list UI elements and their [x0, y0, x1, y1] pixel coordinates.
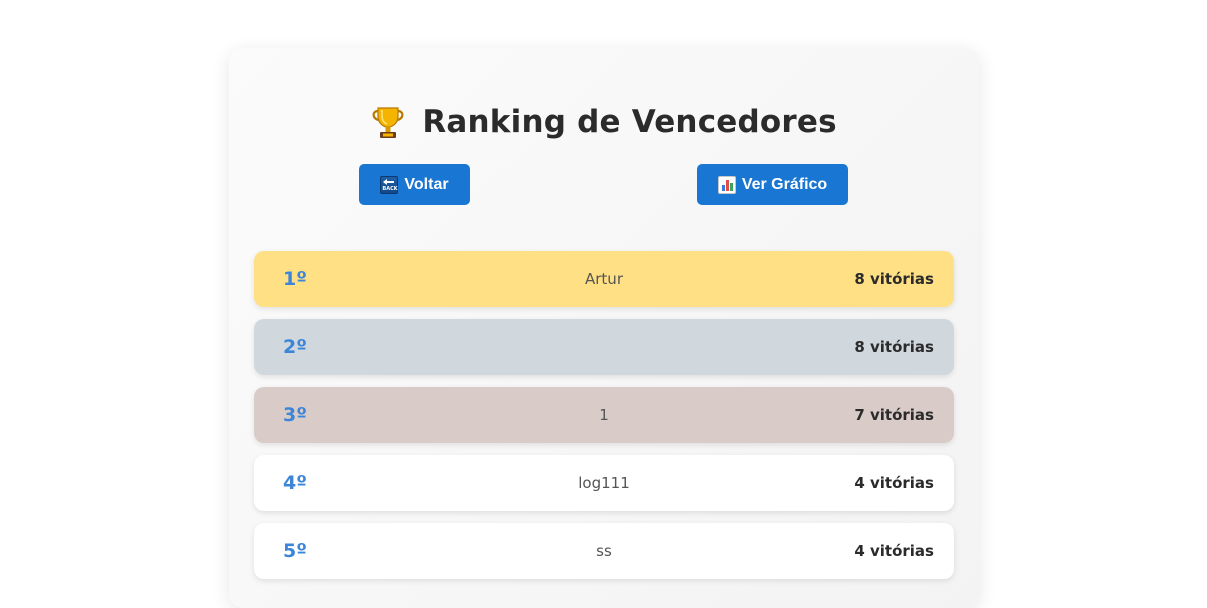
player-name: ss — [596, 542, 612, 560]
player-name: 1 — [599, 406, 609, 424]
ranking-row: 1º Artur 8 vitórias — [254, 251, 954, 307]
ranking-card: Ranking de Vencedores BACK Voltar Ver Gr… — [229, 48, 979, 608]
win-count: 8 vitórias — [854, 270, 934, 288]
ranking-row: 4º log111 4 vitórias — [254, 455, 954, 511]
trophy-icon — [371, 104, 405, 140]
rank-position: 2º — [283, 336, 307, 358]
page-header: Ranking de Vencedores — [229, 104, 979, 148]
page-title: Ranking de Vencedores — [422, 104, 837, 140]
back-icon: BACK — [380, 175, 399, 194]
bar-chart-icon — [717, 175, 736, 194]
ranking-row: 3º 1 7 vitórias — [254, 387, 954, 443]
ranking-row: 5º ss 4 vitórias — [254, 523, 954, 579]
player-name: log111 — [578, 474, 630, 492]
back-button-label: Voltar — [404, 175, 449, 193]
ranking-row: 2º 8 vitórias — [254, 319, 954, 375]
back-button[interactable]: BACK Voltar — [359, 164, 470, 205]
player-name: Artur — [585, 270, 623, 288]
win-count: 8 vitórias — [854, 338, 934, 356]
win-count: 4 vitórias — [854, 542, 934, 560]
ranking-list: 1º Artur 8 vitórias 2º 8 vitórias 3º 1 7 vitóri… — [254, 251, 954, 591]
win-count: 4 vitórias — [854, 474, 934, 492]
view-chart-button[interactable]: Ver Gráfico — [697, 164, 848, 205]
win-count: 7 vitórias — [854, 406, 934, 424]
view-chart-button-label: Ver Gráfico — [741, 175, 828, 193]
